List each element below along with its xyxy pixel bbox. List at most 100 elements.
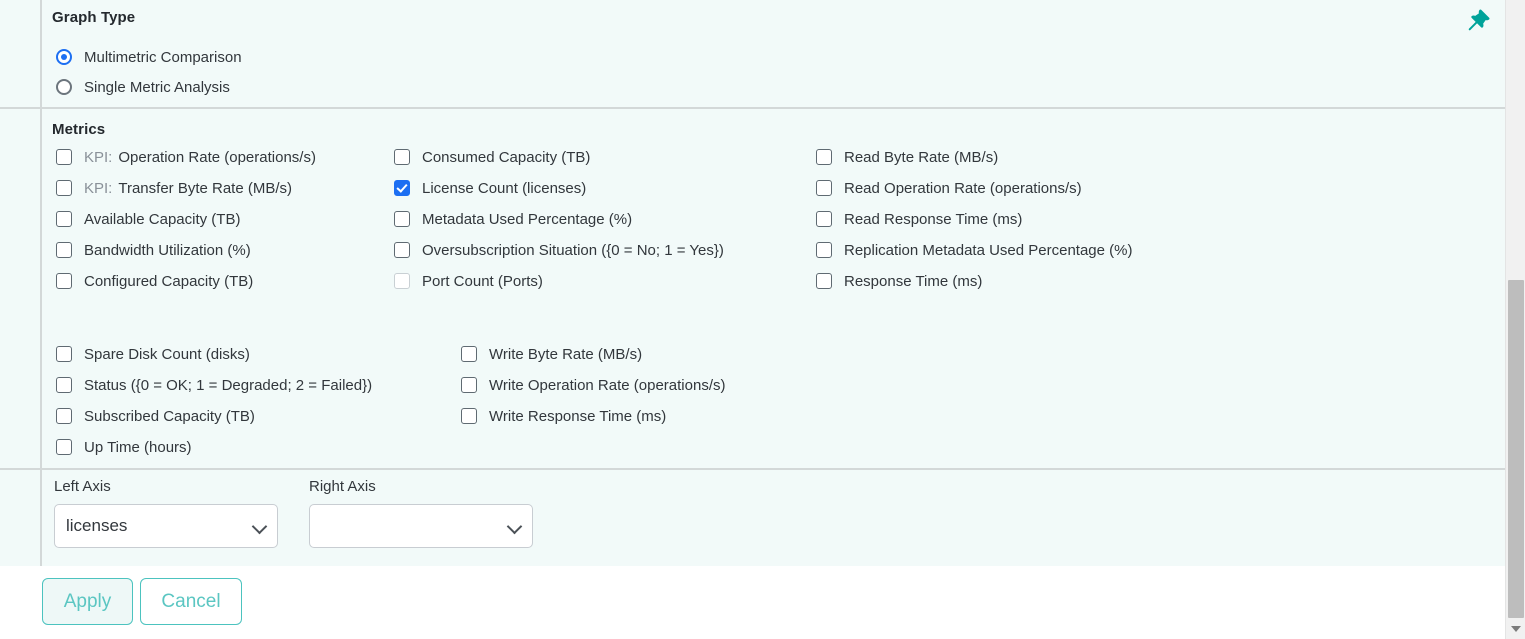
checkbox-indicator[interactable] [394,180,410,196]
checkbox-label: Status ({0 = OK; 1 = Degraded; 2 = Faile… [84,377,372,394]
checkbox-label: License Count (licenses) [422,180,586,197]
checkbox-label: Available Capacity (TB) [84,211,240,228]
checkbox-indicator[interactable] [394,273,410,289]
checkbox-label: Write Response Time (ms) [489,408,666,425]
checkbox-oversubscription-situation[interactable]: Oversubscription Situation ({0 = No; 1 =… [394,240,724,260]
checkbox-status[interactable]: Status ({0 = OK; 1 = Degraded; 2 = Faile… [56,375,372,395]
checkbox-indicator[interactable] [816,211,832,227]
checkbox-read-operation-rate[interactable]: Read Operation Rate (operations/s) [816,178,1082,198]
checkbox-label: Write Byte Rate (MB/s) [489,346,642,363]
checkbox-label: Port Count (Ports) [422,273,543,290]
metrics-legend: Metrics [52,121,105,138]
checkbox-label: Metadata Used Percentage (%) [422,211,632,228]
checkbox-label: Write Operation Rate (operations/s) [489,377,726,394]
checkbox-replication-metadata-used-percentage[interactable]: Replication Metadata Used Percentage (%) [816,240,1133,260]
left-axis-label: Left Axis [54,478,111,495]
checkbox-label: Read Byte Rate (MB/s) [844,149,998,166]
checkbox-indicator[interactable] [816,149,832,165]
checkbox-indicator[interactable] [56,273,72,289]
checkbox-consumed-capacity[interactable]: Consumed Capacity (TB) [394,147,590,167]
form-area: Graph Type Multimetric Comparison Single… [0,0,1505,566]
checkbox-label: Consumed Capacity (TB) [422,149,590,166]
panel-body: Graph Type Multimetric Comparison Single… [0,0,1505,639]
checkbox-label: Read Operation Rate (operations/s) [844,180,1082,197]
radio-multimetric-comparison[interactable]: Multimetric Comparison [56,47,242,67]
checkbox-write-operation-rate[interactable]: Write Operation Rate (operations/s) [461,375,726,395]
checkbox-read-byte-rate[interactable]: Read Byte Rate (MB/s) [816,147,998,167]
checkbox-write-byte-rate[interactable]: Write Byte Rate (MB/s) [461,344,642,364]
checkbox-available-capacity[interactable]: Available Capacity (TB) [56,209,240,229]
checkbox-indicator[interactable] [461,346,477,362]
checkbox-label: KPI: Transfer Byte Rate (MB/s) [84,180,292,197]
checkbox-operation-rate[interactable]: KPI:Operation Rate (operations/s) [56,147,316,167]
section-metrics: Metrics KPI:Operation Rate (operations/s… [0,109,1505,470]
checkbox-indicator[interactable] [56,149,72,165]
checkbox-indicator[interactable] [816,180,832,196]
graph-type-legend: Graph Type [52,9,135,26]
checkbox-indicator[interactable] [56,211,72,227]
metric-name: Operation Rate (operations/s) [118,149,316,166]
checkbox-label: KPI:Operation Rate (operations/s) [84,149,316,166]
right-axis-label: Right Axis [309,478,376,495]
checkbox-metadata-used-percentage[interactable]: Metadata Used Percentage (%) [394,209,632,229]
radio-indicator[interactable] [56,79,72,95]
pushpin-icon[interactable] [1466,7,1492,33]
cancel-button[interactable]: Cancel [140,578,242,625]
left-axis-select[interactable]: licenses [54,504,278,548]
checkbox-indicator[interactable] [816,273,832,289]
checkbox-indicator[interactable] [394,242,410,258]
checkbox-spare-disk-count[interactable]: Spare Disk Count (disks) [56,344,250,364]
checkbox-label: Configured Capacity (TB) [84,273,253,290]
apply-button[interactable]: Apply [42,578,133,625]
section-gutter [0,109,42,468]
checkbox-indicator[interactable] [461,408,477,424]
left-axis-value: licenses [66,516,253,536]
checkbox-write-response-time[interactable]: Write Response Time (ms) [461,406,666,426]
chevron-down-icon [508,519,522,533]
section-graph-type-body: Graph Type Multimetric Comparison Single… [44,0,1505,107]
checkbox-indicator[interactable] [56,439,72,455]
checkbox-license-count[interactable]: License Count (licenses) [394,178,586,198]
vertical-scrollbar[interactable] [1505,0,1525,639]
metric-name: Transfer Byte Rate (MB/s) [118,180,292,197]
scrollbar-down-arrow-icon[interactable] [1506,619,1525,639]
checkbox-subscribed-capacity[interactable]: Subscribed Capacity (TB) [56,406,255,426]
checkbox-label: Read Response Time (ms) [844,211,1022,228]
checkbox-up-time[interactable]: Up Time (hours) [56,437,192,457]
checkbox-label: Oversubscription Situation ({0 = No; 1 =… [422,242,724,259]
checkbox-configured-capacity[interactable]: Configured Capacity (TB) [56,271,253,291]
checkbox-response-time[interactable]: Response Time (ms) [816,271,982,291]
section-metrics-body: Metrics KPI:Operation Rate (operations/s… [44,109,1505,468]
section-gutter [0,0,42,107]
checkbox-bandwidth-utilization[interactable]: Bandwidth Utilization (%) [56,240,251,260]
checkbox-label: Response Time (ms) [844,273,982,290]
section-gutter [0,470,42,566]
checkbox-indicator[interactable] [56,180,72,196]
checkbox-read-response-time[interactable]: Read Response Time (ms) [816,209,1022,229]
radio-single-metric-analysis[interactable]: Single Metric Analysis [56,77,230,97]
checkbox-indicator[interactable] [56,242,72,258]
checkbox-indicator[interactable] [394,149,410,165]
checkbox-indicator[interactable] [56,377,72,393]
section-axis-body: Left Axis licenses Right Axis [44,470,1505,566]
checkbox-indicator[interactable] [816,242,832,258]
checkbox-indicator[interactable] [56,346,72,362]
checkbox-indicator[interactable] [461,377,477,393]
checkbox-port-count[interactable]: Port Count (Ports) [394,271,543,291]
right-axis-select[interactable] [309,504,533,548]
checkbox-label: Subscribed Capacity (TB) [84,408,255,425]
checkbox-label: Spare Disk Count (disks) [84,346,250,363]
checkbox-transfer-byte-rate[interactable]: KPI: Transfer Byte Rate (MB/s) [56,178,292,198]
checkbox-indicator[interactable] [56,408,72,424]
kpi-tag: KPI: [84,180,112,197]
checkbox-label: Replication Metadata Used Percentage (%) [844,242,1133,259]
section-graph-type: Graph Type Multimetric Comparison Single… [0,0,1505,109]
graph-configuration-panel: Graph Type Multimetric Comparison Single… [0,0,1525,639]
section-axis: Left Axis licenses Right Axis [0,470,1505,566]
radio-indicator[interactable] [56,49,72,65]
radio-label: Multimetric Comparison [84,49,242,66]
checkbox-indicator[interactable] [394,211,410,227]
scrollbar-thumb[interactable] [1508,280,1524,618]
chevron-down-icon [253,519,267,533]
checkbox-label: Up Time (hours) [84,439,192,456]
